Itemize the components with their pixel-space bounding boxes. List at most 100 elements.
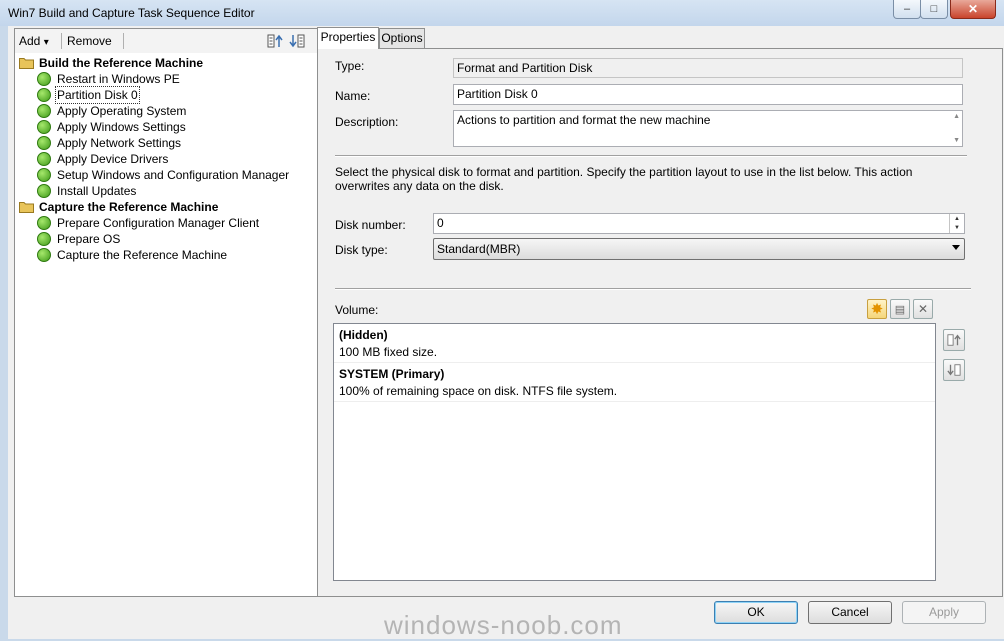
tree-step-label: Prepare Configuration Manager Client	[57, 216, 260, 230]
move-volume-down-button[interactable]	[943, 359, 965, 381]
remove-button[interactable]: Remove	[67, 34, 112, 48]
disk-type-value: Standard(MBR)	[437, 242, 521, 256]
volume-description: 100 MB fixed size.	[339, 345, 438, 359]
tree-step[interactable]: Apply Network Settings	[15, 135, 317, 151]
apply-button[interactable]: Apply	[902, 601, 986, 624]
dropdown-arrow-icon: ▾	[43, 37, 49, 48]
divider	[335, 155, 967, 157]
spin-up-icon[interactable]: ▲	[954, 216, 960, 222]
toolbar-separator	[123, 33, 124, 49]
description-field[interactable]: Actions to partition and format the new …	[453, 110, 963, 147]
tree-step[interactable]: Apply Device Drivers	[15, 151, 317, 167]
check-icon	[37, 152, 51, 166]
volume-row[interactable]: SYSTEM (Primary) 100% of remaining space…	[334, 363, 935, 402]
description-text: Actions to partition and format the new …	[457, 113, 711, 127]
tree-step-selected[interactable]: Partition Disk 0	[15, 86, 317, 104]
move-up-icon	[947, 334, 961, 346]
move-down-icon[interactable]	[289, 33, 305, 49]
tree-step[interactable]: Prepare OS	[15, 231, 317, 247]
tree-group-label: Capture the Reference Machine	[39, 200, 219, 214]
move-up-icon[interactable]	[267, 33, 283, 49]
tree-toolbar: Add ▾ Remove	[15, 29, 317, 53]
task-sequence-tree: Build the Reference Machine Restart in W…	[15, 55, 317, 263]
delete-icon: ✕	[917, 302, 929, 316]
tree-step-label: Apply Windows Settings	[57, 120, 186, 134]
folder-icon	[19, 202, 34, 213]
maximize-button[interactable]: □	[920, 0, 948, 19]
add-menu-button[interactable]: Add ▾	[19, 34, 49, 48]
volume-description: 100% of remaining space on disk. NTFS fi…	[339, 384, 618, 398]
new-star-icon: ✸	[870, 301, 884, 318]
tree-step[interactable]: Prepare Configuration Manager Client	[15, 215, 317, 231]
check-icon	[37, 248, 51, 262]
spin-down-icon[interactable]: ▼	[954, 225, 960, 231]
volume-row[interactable]: (Hidden) 100 MB fixed size.	[334, 324, 935, 363]
tree-group-build[interactable]: Build the Reference Machine	[15, 55, 317, 71]
cancel-button[interactable]: Cancel	[808, 601, 892, 624]
tree-step-label: Partition Disk 0	[55, 86, 140, 104]
check-icon	[37, 88, 51, 102]
disk-type-label: Disk type:	[335, 243, 388, 257]
disk-type-dropdown[interactable]: Standard(MBR)	[433, 238, 965, 260]
title-bar: Win7 Build and Capture Task Sequence Edi…	[0, 0, 1004, 26]
properties-icon: ▤	[894, 303, 906, 316]
new-volume-button[interactable]: ✸	[867, 299, 887, 319]
close-icon: ✕	[967, 2, 979, 16]
volume-name: SYSTEM (Primary)	[339, 367, 445, 381]
tree-step[interactable]: Apply Windows Settings	[15, 119, 317, 135]
tree-step-label: Install Updates	[57, 184, 137, 198]
tree-step[interactable]: Restart in Windows PE	[15, 71, 317, 87]
name-field[interactable]: Partition Disk 0	[453, 84, 963, 105]
check-icon	[37, 184, 51, 198]
tree-step-label: Prepare OS	[57, 232, 121, 246]
close-button[interactable]: ✕	[950, 0, 996, 19]
maximize-icon: □	[930, 3, 938, 15]
tree-step-label: Apply Device Drivers	[57, 152, 169, 166]
tree-step[interactable]: Install Updates	[15, 183, 317, 199]
check-icon	[37, 216, 51, 230]
tree-step-label: Capture the Reference Machine	[57, 248, 228, 262]
check-icon	[37, 168, 51, 182]
tree-step-label: Apply Network Settings	[57, 136, 182, 150]
window-title: Win7 Build and Capture Task Sequence Edi…	[8, 6, 255, 20]
tab-options[interactable]: Options	[379, 28, 425, 48]
dialog-client: Add ▾ Remove Build the Reference Machine…	[8, 26, 1004, 639]
move-down-icon	[947, 364, 961, 376]
type-field: Format and Partition Disk	[453, 58, 963, 78]
spin-buttons[interactable]: ▲ ▼	[949, 214, 964, 233]
watermark: windows-noob.com	[384, 610, 623, 640]
tree-step-label: Apply Operating System	[57, 104, 187, 118]
tree-step-label: Setup Windows and Configuration Manager	[57, 168, 290, 182]
check-icon	[37, 104, 51, 118]
ok-button[interactable]: OK	[714, 601, 798, 624]
volume-label: Volume:	[335, 303, 379, 317]
toolbar-separator	[61, 33, 62, 49]
tree-group-capture[interactable]: Capture the Reference Machine	[15, 199, 317, 215]
name-label: Name:	[335, 89, 371, 103]
delete-volume-button[interactable]: ✕	[913, 299, 933, 319]
check-icon	[37, 136, 51, 150]
disk-number-value: 0	[437, 216, 444, 230]
check-icon	[37, 120, 51, 134]
check-icon	[37, 232, 51, 246]
volume-list[interactable]: (Hidden) 100 MB fixed size. SYSTEM (Prim…	[333, 323, 936, 581]
tab-properties[interactable]: Properties	[317, 27, 379, 49]
tree-group-label: Build the Reference Machine	[39, 56, 204, 70]
minimize-button[interactable]: ‒	[893, 0, 921, 19]
scroll-up-icon[interactable]: ▲	[953, 113, 960, 120]
scroll-down-icon[interactable]: ▼	[953, 137, 960, 144]
move-volume-up-button[interactable]	[943, 329, 965, 351]
tree-step[interactable]: Setup Windows and Configuration Manager	[15, 167, 317, 183]
properties-panel: Type: Format and Partition Disk Name: Pa…	[317, 48, 1003, 597]
description-label: Description:	[335, 115, 399, 129]
tree-step[interactable]: Apply Operating System	[15, 103, 317, 119]
folder-icon	[19, 58, 34, 69]
type-label: Type:	[335, 59, 365, 73]
tree-step[interactable]: Capture the Reference Machine	[15, 247, 317, 263]
task-sequence-tree-pane: Add ▾ Remove Build the Reference Machine…	[14, 28, 318, 597]
disk-number-label: Disk number:	[335, 218, 406, 232]
chevron-down-icon	[952, 245, 960, 250]
minimize-icon: ‒	[903, 3, 911, 15]
volume-properties-button[interactable]: ▤	[890, 299, 910, 319]
disk-number-stepper[interactable]: 0 ▲ ▼	[433, 213, 965, 234]
